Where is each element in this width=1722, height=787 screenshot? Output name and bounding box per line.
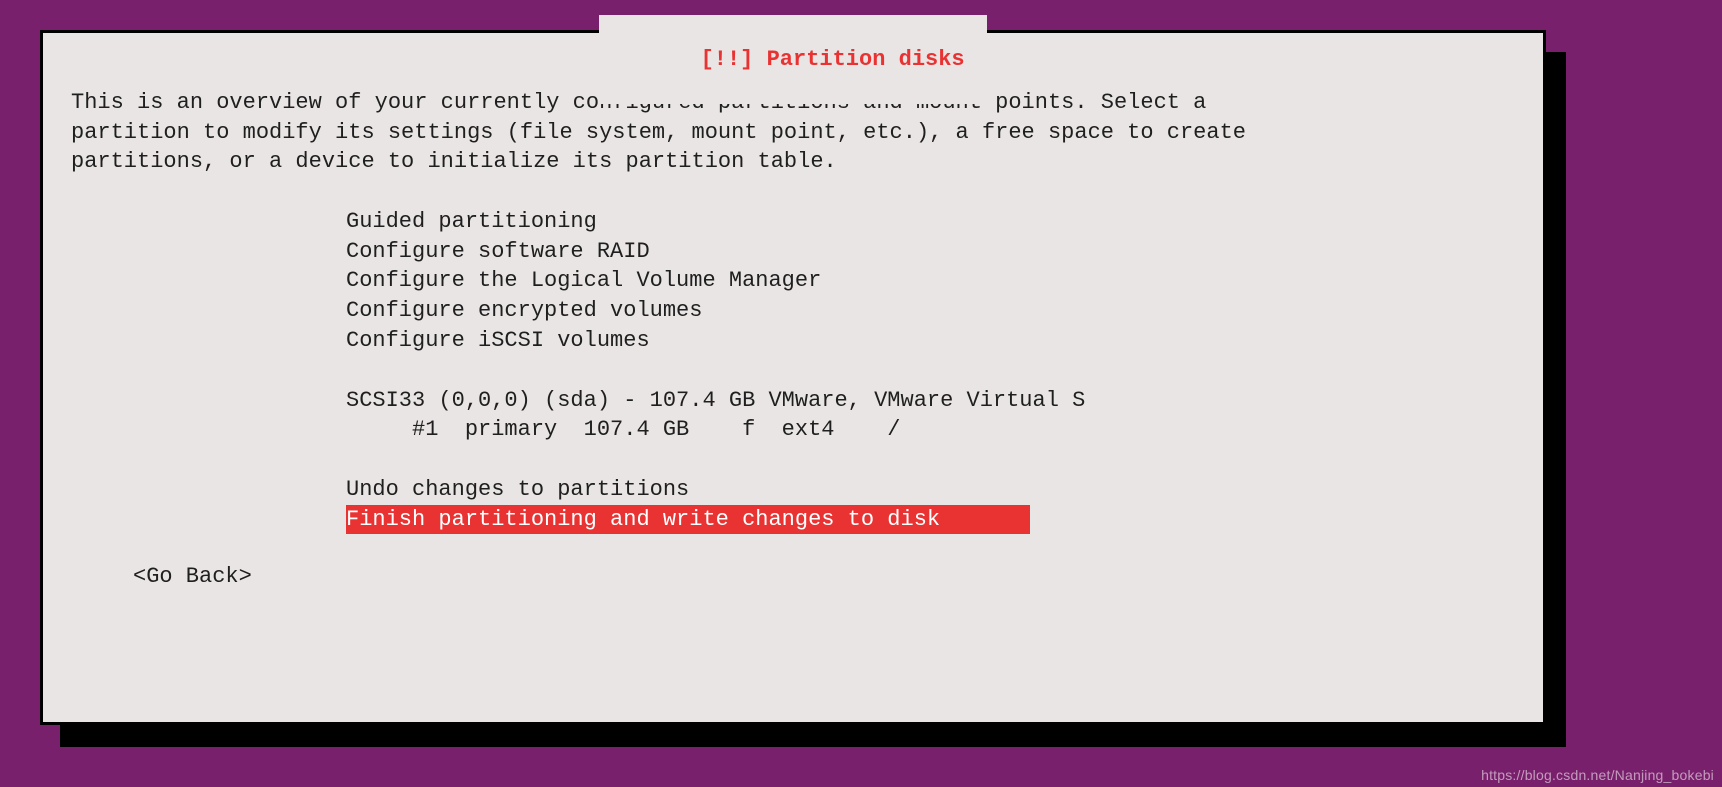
menu-guided-partitioning[interactable]: Guided partitioning — [346, 207, 1515, 237]
partition-dialog: [!!] Partition disks This is an overview… — [40, 30, 1546, 725]
watermark-text: https://blog.csdn.net/Nanjing_bokebi — [1481, 766, 1714, 785]
menu-configure-iscsi[interactable]: Configure iSCSI volumes — [346, 326, 1515, 356]
dialog-title: [!!] Partition disks — [599, 15, 986, 104]
go-back-button[interactable]: <Go Back> — [133, 562, 1515, 592]
menu-configure-raid[interactable]: Configure software RAID — [346, 237, 1515, 267]
title-text: Partition disks — [767, 47, 965, 72]
spacer — [346, 356, 1515, 386]
spacer — [346, 445, 1515, 475]
menu-partition-line[interactable]: #1 primary 107.4 GB f ext4 / — [346, 415, 1515, 445]
title-mark: [!!] — [701, 47, 754, 72]
menu-finish-partitioning[interactable]: Finish partitioning and write changes to… — [346, 505, 1030, 535]
menu-disk-line[interactable]: SCSI33 (0,0,0) (sda) - 107.4 GB VMware, … — [346, 386, 1515, 416]
dialog-content: This is an overview of your currently co… — [43, 33, 1543, 617]
menu-undo-changes[interactable]: Undo changes to partitions — [346, 475, 1515, 505]
menu-block: Guided partitioning Configure software R… — [346, 207, 1515, 534]
menu-configure-encrypted[interactable]: Configure encrypted volumes — [346, 296, 1515, 326]
dialog-title-bar: [!!] Partition disks — [43, 15, 1543, 104]
menu-configure-lvm[interactable]: Configure the Logical Volume Manager — [346, 266, 1515, 296]
